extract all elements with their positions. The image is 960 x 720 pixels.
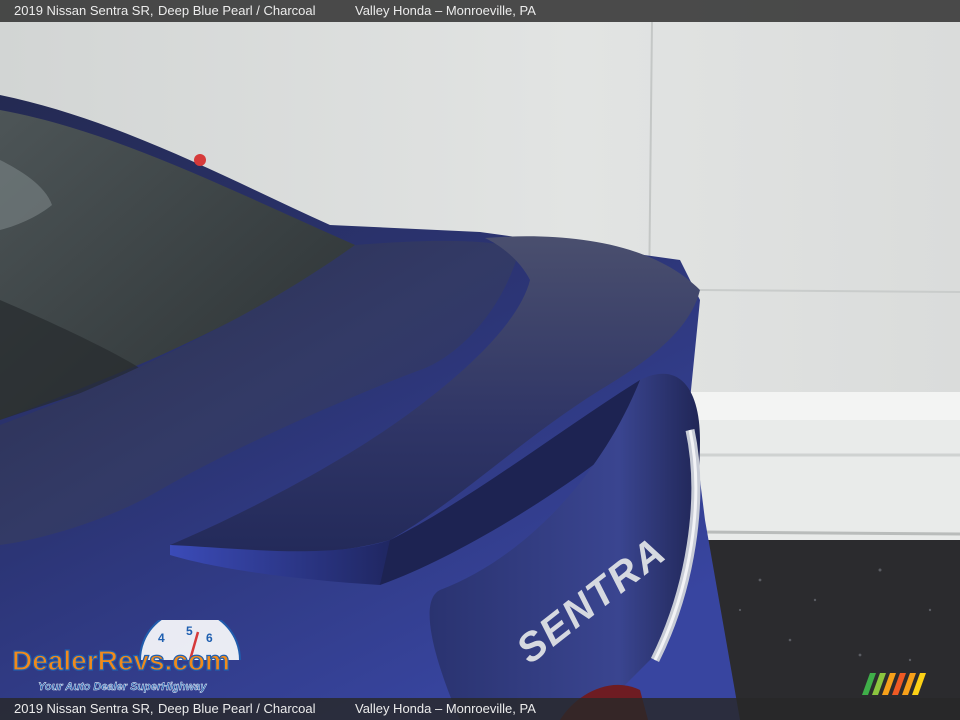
stripes-logo	[862, 673, 926, 695]
caption-color: Deep Blue Pearl / Charcoal	[158, 3, 316, 18]
caption-model: 2019 Nissan Sentra SR,	[14, 3, 154, 18]
logo-brand: DealerRevs.com	[12, 645, 230, 676]
dial-number: 4	[158, 631, 165, 645]
dial-number: 5	[186, 624, 193, 638]
logo-tagline: Your Auto Dealer SuperHighway	[38, 681, 207, 693]
dial-number: 6	[206, 631, 213, 645]
caption-color: Deep Blue Pearl / Charcoal	[158, 701, 316, 716]
car-photo: SENTRA	[0, 0, 960, 720]
caption-model: 2019 Nissan Sentra SR,	[14, 701, 154, 716]
caption-dealer: Valley Honda – Monroeville, PA	[355, 3, 536, 18]
caption-bar-top: 2019 Nissan Sentra SR, Deep Blue Pearl /…	[0, 0, 960, 22]
caption-dealer: Valley Honda – Monroeville, PA	[355, 701, 536, 716]
antenna-tip	[194, 154, 206, 166]
dealerrevs-logo: 4 5 6 DealerRevs.com Your Auto Dealer Su…	[11, 620, 241, 693]
caption-bar-bottom: 2019 Nissan Sentra SR, Deep Blue Pearl /…	[0, 698, 960, 720]
